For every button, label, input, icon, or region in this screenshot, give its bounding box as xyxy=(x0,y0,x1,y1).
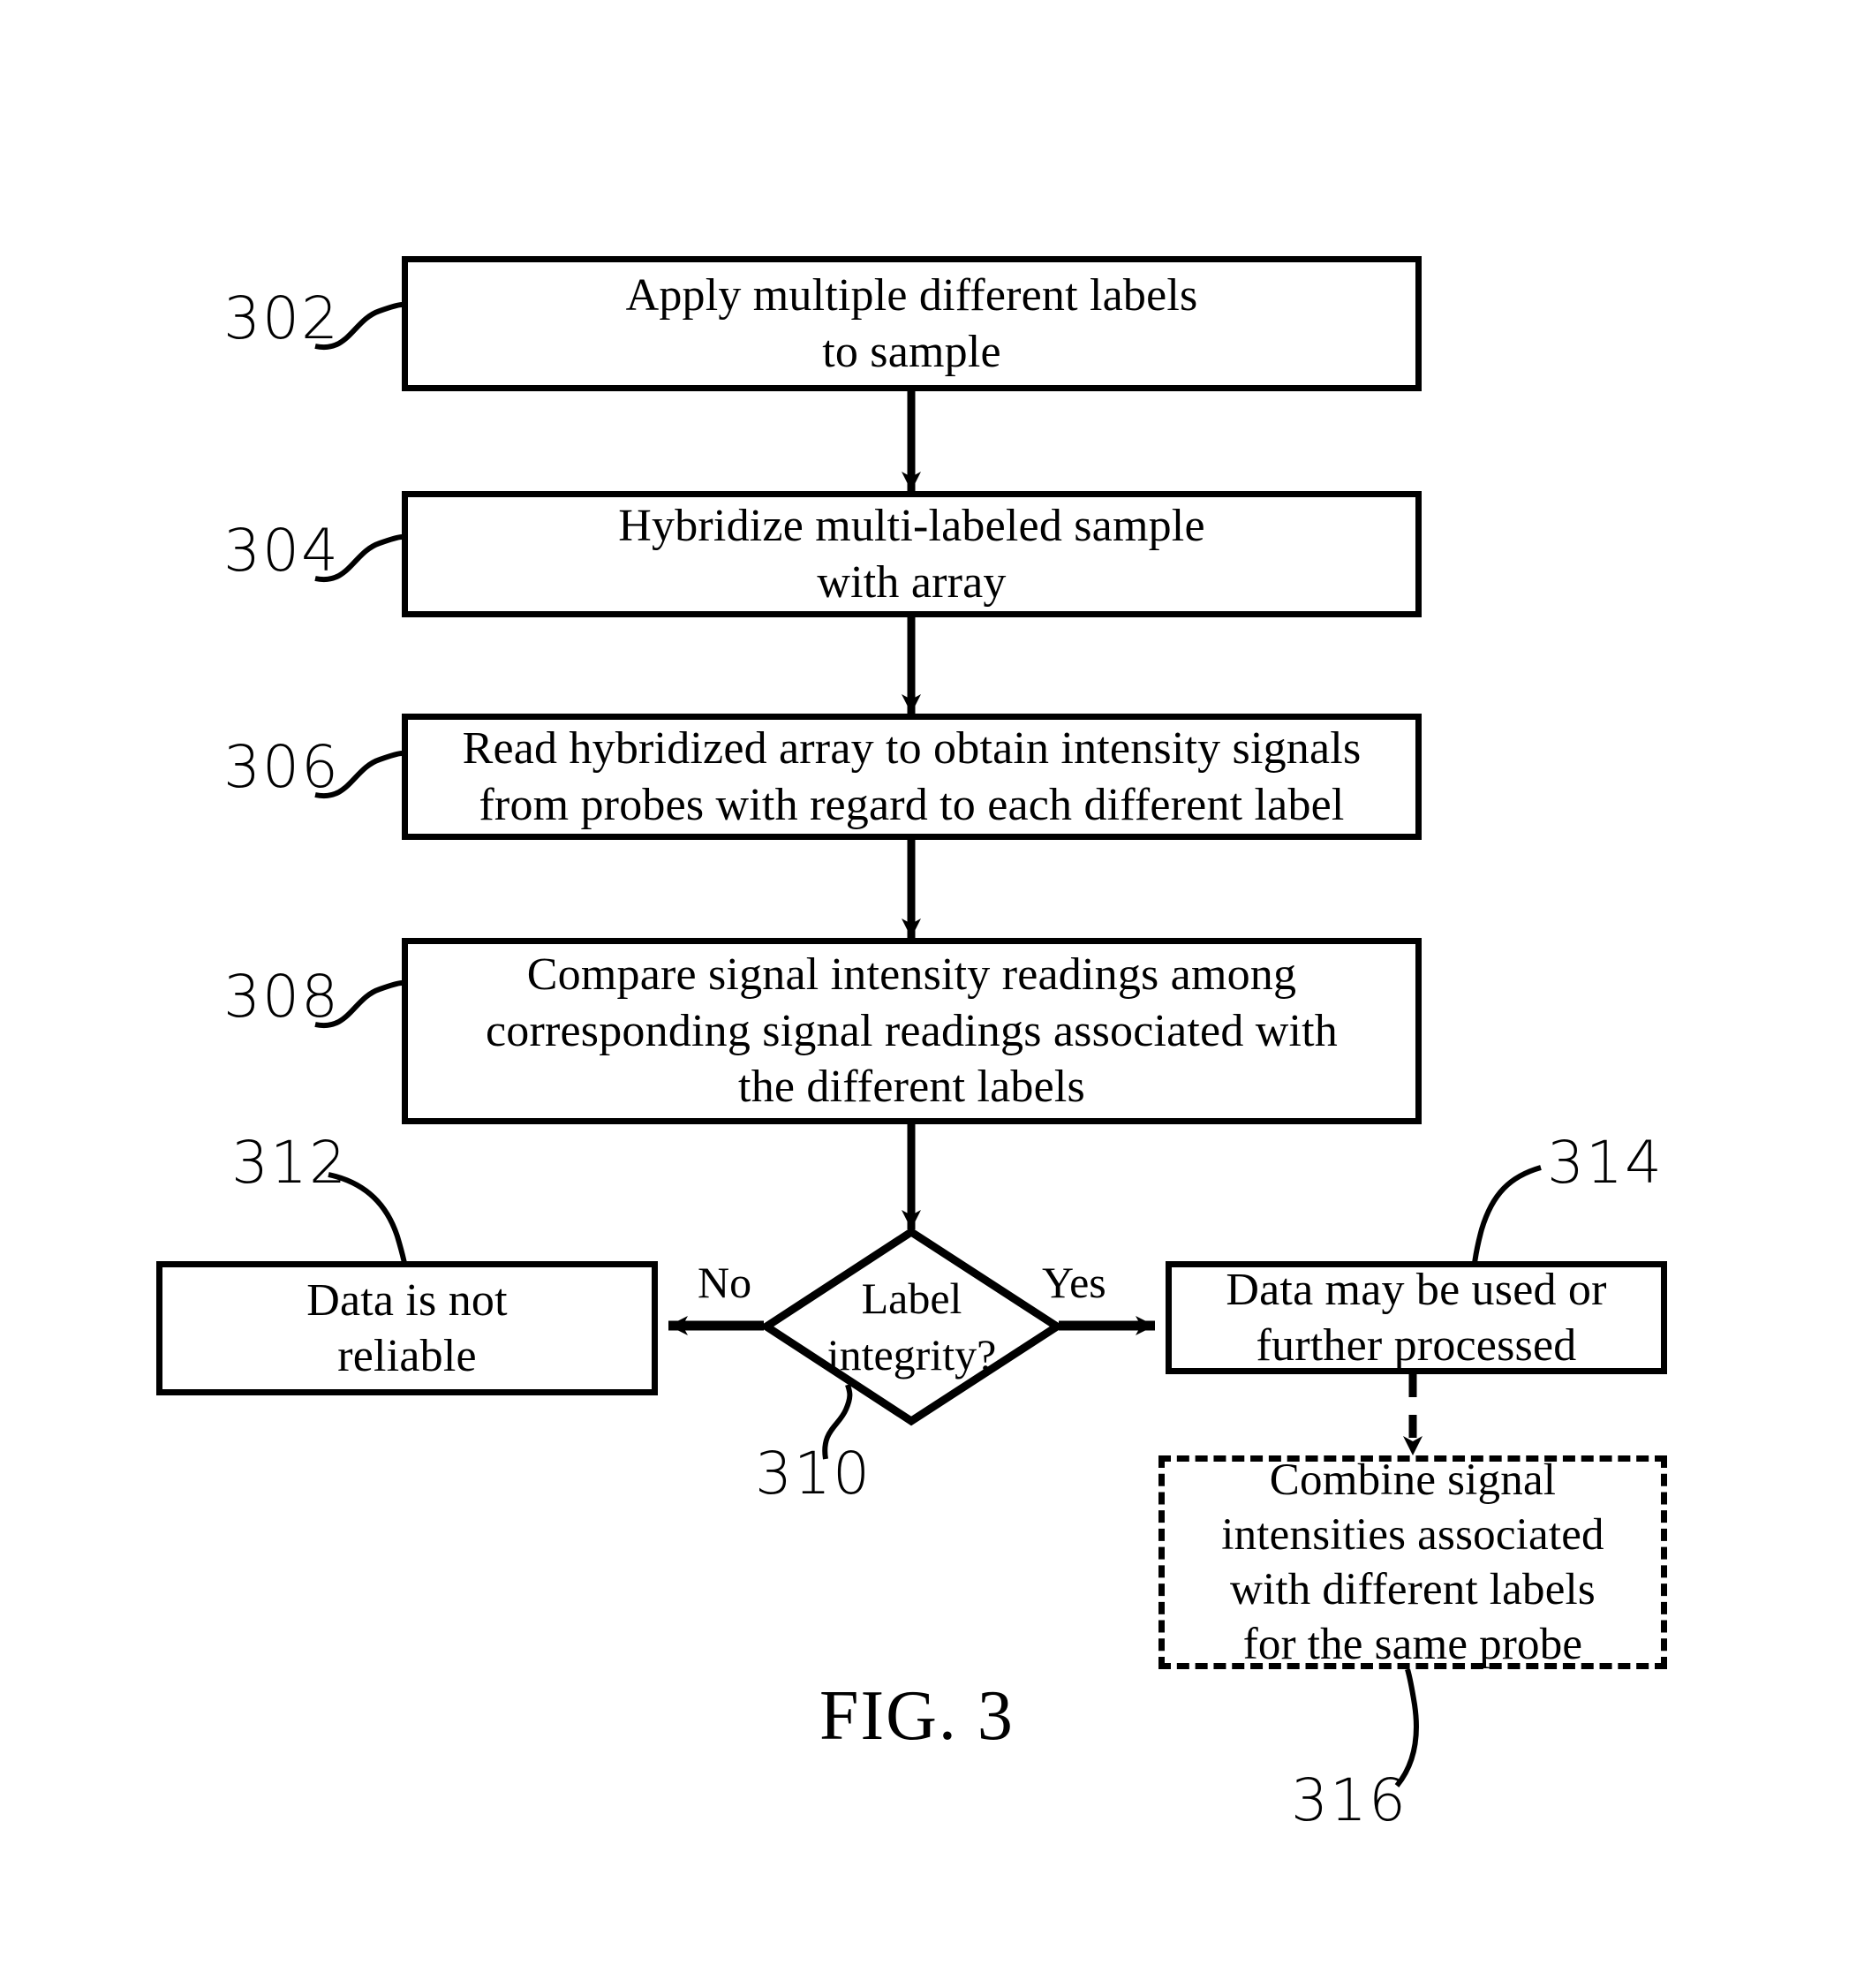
leader-314 xyxy=(1472,1165,1542,1264)
optional-process-box-316-label: Combine signal intensities associated wi… xyxy=(1221,1455,1604,1670)
process-box-306[interactable]: Read hybridized array to obtain intensit… xyxy=(402,714,1422,840)
reference-numeral-306: 306 xyxy=(223,733,340,801)
process-box-312[interactable]: Data is not reliable xyxy=(156,1261,658,1395)
process-box-314-label: Data may be used or further processed xyxy=(1226,1264,1607,1371)
reference-numeral-304: 304 xyxy=(223,517,340,585)
process-box-304[interactable]: Hybridize multi-labeled sample with arra… xyxy=(402,491,1422,617)
process-box-308-label: Compare signal intensity readings among … xyxy=(486,949,1338,1113)
reference-numeral-316: 316 xyxy=(1291,1766,1407,1834)
reference-numeral-302: 302 xyxy=(223,284,340,352)
reference-numeral-308: 308 xyxy=(223,963,340,1031)
edge-label-yes: Yes xyxy=(1042,1258,1106,1307)
reference-numeral-312: 312 xyxy=(231,1129,348,1197)
reference-numeral-314: 314 xyxy=(1547,1129,1664,1197)
decision-diamond-310[interactable]: Label integrity? xyxy=(758,1227,1065,1426)
process-box-302-label: Apply multiple different labels to sampl… xyxy=(625,270,1198,377)
process-box-312-label: Data is not reliable xyxy=(306,1274,508,1381)
process-box-306-label: Read hybridized array to obtain intensit… xyxy=(462,723,1362,830)
figure-canvas: Apply multiple different labels to sampl… xyxy=(0,0,1864,1988)
optional-process-box-316[interactable]: Combine signal intensities associated wi… xyxy=(1158,1455,1667,1669)
figure-caption: FIG. 3 xyxy=(819,1677,1015,1755)
process-box-314[interactable]: Data may be used or further processed xyxy=(1166,1261,1667,1374)
decision-diamond-shape xyxy=(758,1227,1065,1426)
edge-label-no: No xyxy=(698,1258,752,1307)
process-box-302[interactable]: Apply multiple different labels to sampl… xyxy=(402,256,1422,391)
reference-numeral-310: 310 xyxy=(755,1440,872,1508)
process-box-304-label: Hybridize multi-labeled sample with arra… xyxy=(618,501,1205,608)
process-box-308[interactable]: Compare signal intensity readings among … xyxy=(402,938,1422,1124)
